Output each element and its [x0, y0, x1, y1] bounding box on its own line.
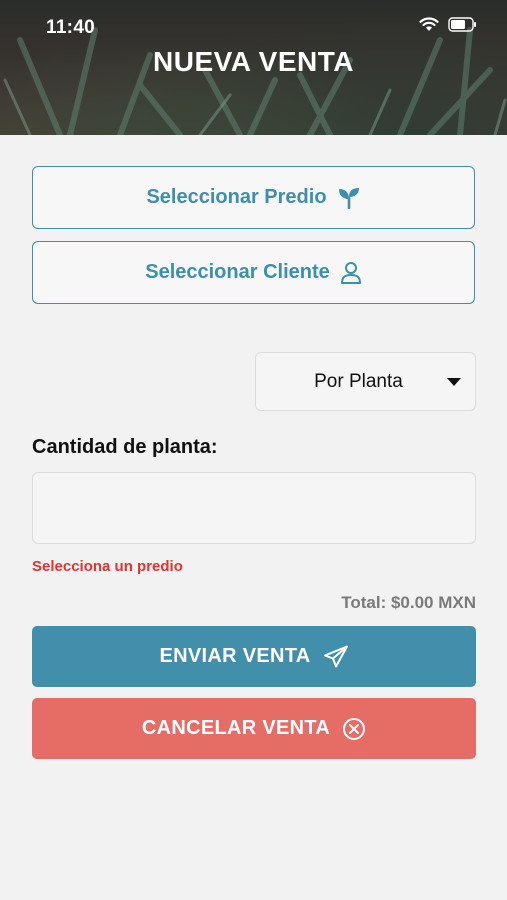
send-sale-label: ENVIAR VENTA	[159, 645, 311, 667]
error-message: Selecciona un predio	[32, 558, 183, 575]
paper-plane-icon	[323, 645, 348, 667]
quantity-input[interactable]	[32, 472, 476, 544]
select-cliente-label: Seleccionar Cliente	[145, 261, 330, 283]
total-amount: Total: $0.00 MXN	[341, 593, 476, 612]
quantity-label: Cantidad de planta:	[32, 436, 218, 458]
send-sale-button[interactable]: ENVIAR VENTA	[32, 626, 476, 687]
sale-type-value: Por Planta	[314, 370, 403, 392]
cancel-sale-button[interactable]: CANCELAR VENTA	[32, 698, 476, 759]
user-icon	[340, 261, 361, 284]
sprout-icon	[338, 187, 359, 209]
close-circle-icon	[343, 717, 366, 740]
wifi-icon	[419, 17, 439, 31]
chevron-down-icon	[447, 377, 461, 386]
page-title: NUEVA VENTA	[153, 46, 354, 77]
status-icons	[419, 17, 477, 32]
cancel-sale-label: CANCELAR VENTA	[141, 717, 331, 739]
header: 11:40 NUEVA VENTA	[0, 0, 507, 135]
sale-type-select[interactable]: Por Planta	[255, 352, 476, 411]
status-time: 11:40	[46, 17, 96, 38]
select-cliente-button[interactable]: Seleccionar Cliente	[32, 241, 475, 304]
battery-icon	[448, 17, 476, 32]
select-predio-label: Seleccionar Predio	[146, 186, 327, 208]
select-predio-button[interactable]: Seleccionar Predio	[32, 166, 475, 229]
